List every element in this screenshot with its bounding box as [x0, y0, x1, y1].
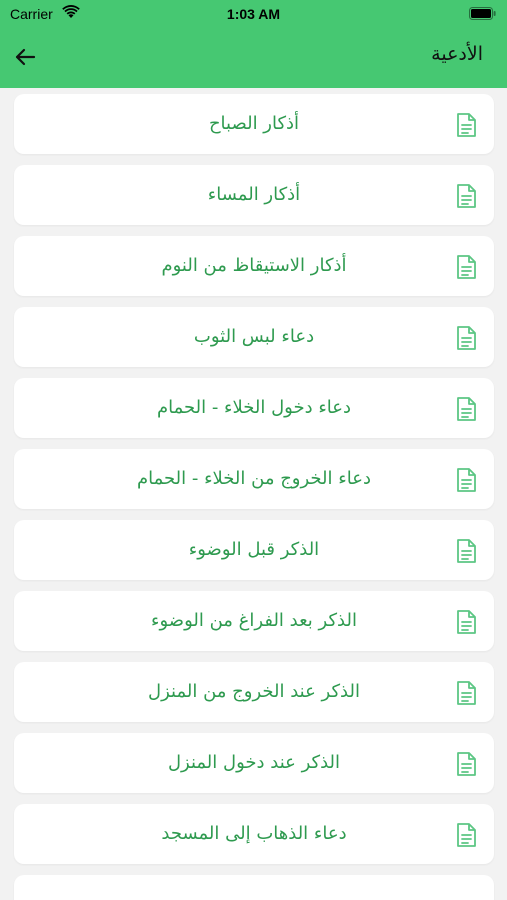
list-item[interactable]: دعاء الذهاب إلى المسجد — [14, 804, 494, 864]
document-icon — [457, 255, 476, 279]
list-item[interactable]: الذكر عند الخروج من المنزل — [14, 662, 494, 722]
back-button[interactable] — [10, 42, 40, 72]
document-icon — [457, 397, 476, 421]
list-item[interactable]: الذكر قبل الوضوء — [14, 520, 494, 580]
list-item[interactable]: أذكار الصباح — [14, 94, 494, 154]
document-icon — [457, 539, 476, 563]
duas-list: أذكار الصباح أذكار المساء أذكار الاستيقا… — [0, 94, 507, 900]
arrow-left-icon — [15, 48, 36, 66]
document-icon — [457, 752, 476, 776]
list-item-label — [14, 875, 494, 900]
document-icon — [457, 326, 476, 350]
list-item[interactable]: دعاء لبس الثوب — [14, 307, 494, 367]
document-icon — [457, 681, 476, 705]
list-item-label: الذكر عند دخول المنزل — [167, 752, 341, 773]
list-item[interactable]: دعاء الخروج من الخلاء - الحمام — [14, 449, 494, 509]
list-item-label: أذكار الاستيقاظ من النوم — [161, 255, 347, 276]
app-header: Carrier 1:03 AM الأدعية — [0, 0, 507, 88]
status-bar: Carrier 1:03 AM — [0, 0, 507, 28]
list-item-label: دعاء دخول الخلاء - الحمام — [156, 397, 352, 418]
document-icon — [457, 610, 476, 634]
list-item-label: الذكر قبل الوضوء — [188, 539, 320, 560]
list-item-label: دعاء الذهاب إلى المسجد — [161, 823, 347, 844]
list-item-label: دعاء لبس الثوب — [193, 326, 315, 347]
list-item[interactable]: دعاء دخول الخلاء - الحمام — [14, 378, 494, 438]
list-item-label: الذكر بعد الفراغ من الوضوء — [151, 610, 357, 631]
list-item[interactable]: الذكر عند دخول المنزل — [14, 733, 494, 793]
document-icon — [457, 184, 476, 208]
list-item-label: أذكار المساء — [207, 184, 301, 205]
status-time: 1:03 AM — [226, 6, 281, 22]
document-icon — [457, 113, 476, 137]
page-title: الأدعية — [431, 43, 483, 65]
document-icon — [457, 823, 476, 847]
list-item-label: دعاء الخروج من الخلاء - الحمام — [137, 468, 371, 489]
battery-icon — [469, 7, 496, 20]
document-icon — [457, 468, 476, 492]
list-item[interactable] — [14, 875, 494, 900]
list-item[interactable]: أذكار الاستيقاظ من النوم — [14, 236, 494, 296]
list-item[interactable]: أذكار المساء — [14, 165, 494, 225]
list-item[interactable]: الذكر بعد الفراغ من الوضوء — [14, 591, 494, 651]
list-item-label: الذكر عند الخروج من المنزل — [148, 681, 360, 702]
list-item-label: أذكار الصباح — [208, 113, 300, 134]
